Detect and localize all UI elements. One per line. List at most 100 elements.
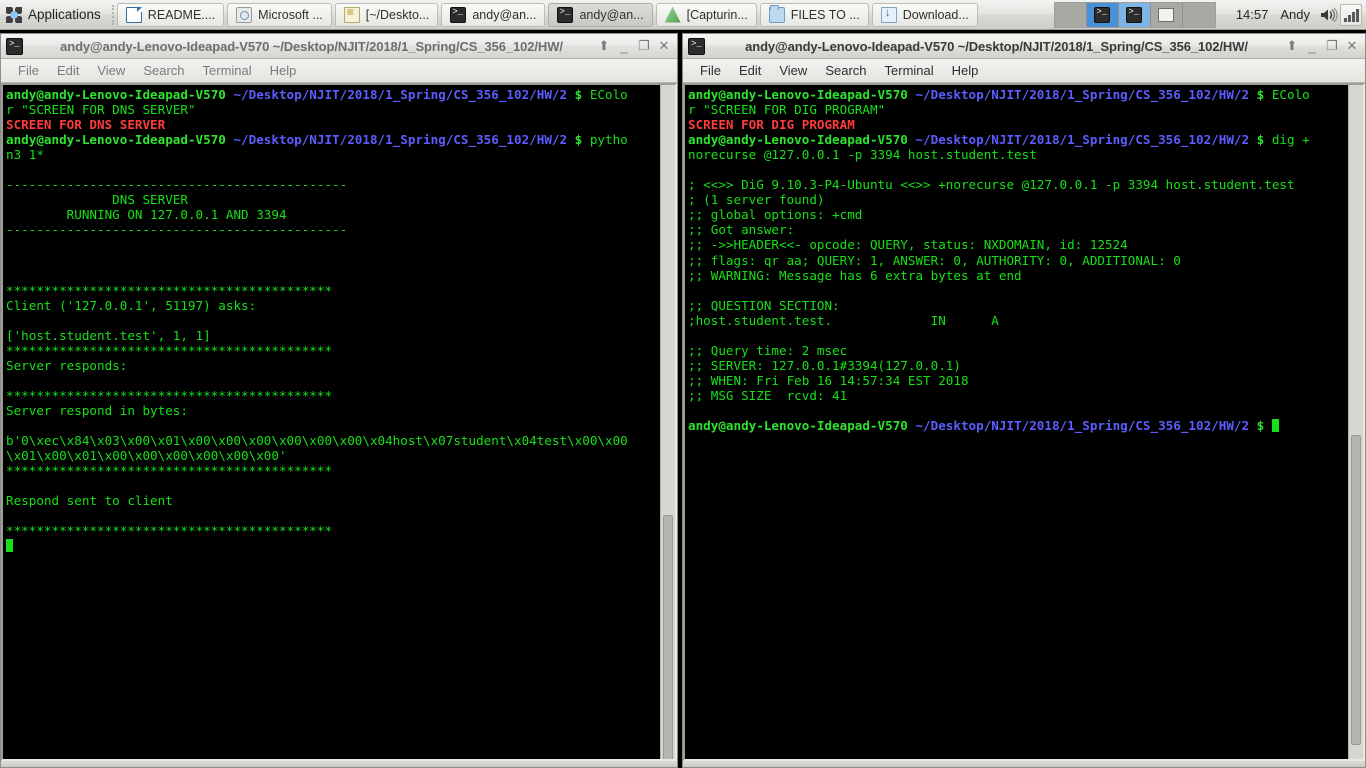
shade-button-left[interactable]: ⬆ [594, 36, 614, 56]
taskbar-window-button-5[interactable]: [Capturin... [655, 2, 757, 27]
terminal-output-left[interactable]: andy@andy-Lenovo-Ideapad-V570 ~/Desktop/… [3, 85, 660, 759]
titlebar-right[interactable]: andy@andy-Lenovo-Ideapad-V570 ~/Desktop/… [683, 34, 1365, 59]
workspace-cell-4[interactable] [1151, 2, 1183, 27]
terminal-text: ----------------------------------------… [6, 177, 348, 193]
resize-grip-left[interactable] [1, 761, 677, 767]
menu-item-search-right[interactable]: Search [816, 60, 875, 82]
taskbar-window-button-7[interactable]: Download... [871, 2, 978, 27]
terminal-text: ;; global options: +cmd [688, 207, 863, 223]
user-menu[interactable]: Andy [1274, 7, 1316, 22]
terminal-window-dns-server[interactable]: andy@andy-Lenovo-Ideapad-V570 ~/Desktop/… [0, 33, 678, 768]
menu-item-file-right[interactable]: File [691, 60, 730, 82]
terminal-line: r "SCREEN FOR DNS SERVER" [6, 102, 660, 117]
shade-button-right[interactable]: ⬆ [1282, 36, 1302, 56]
maximize-button-left[interactable]: ❐ [634, 36, 654, 56]
titlebar-left[interactable]: andy@andy-Lenovo-Ideapad-V570 ~/Desktop/… [1, 34, 677, 59]
terminal-text: ;; WHEN: Fri Feb 16 14:57:34 EST 2018 [688, 372, 969, 388]
terminal-line: \x01\x00\x01\x00\x00\x00\x00\x00\x00' [6, 448, 660, 463]
menu-item-terminal-left[interactable]: Terminal [194, 60, 261, 82]
terminal-text: andy@andy-Lenovo-Ideapad-V570 [688, 418, 916, 434]
menubar-left[interactable]: File Edit View Search Terminal Help [1, 59, 677, 83]
terminal-text: RUNNING ON 127.0.0.1 AND 3394 [6, 207, 287, 223]
taskbar-window-button-2[interactable]: [~/Deskto... [334, 2, 439, 27]
scrollbar-thumb-right[interactable] [1351, 435, 1361, 745]
terminal-line: Client ('127.0.0.1', 51197) asks: [6, 298, 660, 313]
terminal-line: SCREEN FOR DIG PROGRAM [688, 117, 1348, 132]
taskbar-window-button-1[interactable]: Microsoft ... [227, 2, 332, 27]
terminal-line: b'0\xec\x84\x03\x00\x01\x00\x00\x00\x00\… [6, 433, 660, 448]
terminal-text: ; (1 server found) [688, 192, 825, 208]
terminal-text: ----------------------------------------… [6, 222, 348, 238]
terminal-text: EColo [1271, 87, 1310, 102]
taskbar-window-button-6[interactable]: FILES TO ... [759, 2, 869, 27]
terminal-text: andy@andy-Lenovo-Ideapad-V570 [688, 87, 916, 102]
taskbar-window-button-0[interactable]: README.... [116, 2, 225, 27]
menu-item-help-left[interactable]: Help [261, 60, 306, 82]
menu-item-view-left[interactable]: View [88, 60, 134, 82]
terminal-text: ~/Desktop/NJIT/2018/1_Spring/CS_356_102/… [233, 87, 575, 102]
terminal-line: ;; Got answer: [688, 222, 1348, 237]
terminal-line: Server responds: [6, 358, 660, 373]
terminal-text: ;; WARNING: Message has 6 extra bytes at… [688, 267, 1022, 283]
terminal-window-dig[interactable]: andy@andy-Lenovo-Ideapad-V570 ~/Desktop/… [682, 33, 1366, 768]
menu-item-edit-right[interactable]: Edit [730, 60, 770, 82]
terminal-text: $ [1256, 87, 1272, 102]
terminal-text: andy@andy-Lenovo-Ideapad-V570 [6, 132, 234, 148]
menu-item-edit-left[interactable]: Edit [48, 60, 88, 82]
resize-grip-right[interactable] [683, 761, 1365, 767]
terminal-text: ~/Desktop/NJIT/2018/1_Spring/CS_356_102/… [915, 132, 1257, 148]
close-button-left[interactable]: ✕ [654, 36, 674, 56]
scrollbar-right[interactable] [1348, 85, 1363, 759]
terminal-text: andy@andy-Lenovo-Ideapad-V570 [688, 132, 916, 148]
workspace-cell-1[interactable] [1055, 2, 1087, 27]
microsoft-icon [236, 6, 253, 23]
workspace-cell-5[interactable] [1183, 3, 1215, 27]
terminal-line: ----------------------------------------… [6, 222, 660, 237]
terminal-output-right[interactable]: andy@andy-Lenovo-Ideapad-V570 ~/Desktop/… [685, 85, 1348, 759]
scrollbar-left[interactable] [660, 85, 675, 759]
terminal-line: ----------------------------------------… [6, 177, 660, 192]
terminal-body-right[interactable]: andy@andy-Lenovo-Ideapad-V570 ~/Desktop/… [683, 83, 1365, 761]
workspace-cell-2[interactable] [1086, 2, 1119, 27]
terminal-line: ;; WARNING: Message has 6 extra bytes at… [688, 268, 1348, 283]
scrollbar-thumb-left[interactable] [663, 515, 673, 759]
taskbar-window-label: [~/Deskto... [365, 7, 430, 22]
menu-item-view-right[interactable]: View [770, 60, 816, 82]
terminal-text: ;; QUESTION SECTION: [688, 297, 840, 313]
maximize-button-right[interactable]: ❐ [1322, 36, 1342, 56]
terminal-line: r "SCREEN FOR DIG PROGRAM" [688, 102, 1348, 117]
terminal-body-left[interactable]: andy@andy-Lenovo-Ideapad-V570 ~/Desktop/… [1, 83, 677, 761]
workspace-switcher[interactable] [1053, 1, 1216, 28]
menu-item-terminal-right[interactable]: Terminal [876, 60, 943, 82]
menu-item-search-left[interactable]: Search [134, 60, 193, 82]
taskbar-window-button-4[interactable]: andy@an... [548, 2, 653, 27]
window-thumbnail [1158, 7, 1175, 22]
download-icon [880, 5, 897, 23]
minimize-button-left[interactable]: _ [614, 36, 634, 56]
terminal-text: ****************************************… [6, 523, 333, 539]
applications-menu-button[interactable]: Applications [0, 0, 109, 30]
terminal-text: ~/Desktop/NJIT/2018/1_Spring/CS_356_102/… [233, 132, 575, 148]
close-button-right[interactable]: ✕ [1342, 36, 1362, 56]
speaker-icon[interactable] [1318, 5, 1338, 25]
clock[interactable]: 14:57 [1230, 7, 1275, 22]
signal-bars-icon[interactable] [1340, 3, 1362, 26]
menubar-right[interactable]: File Edit View Search Terminal Help [683, 59, 1365, 83]
workspace-cell-3[interactable] [1118, 2, 1151, 27]
taskbar: Applications README.... Microsoft ... [~/D… [0, 0, 1366, 30]
terminal-line: andy@andy-Lenovo-Ideapad-V570 ~/Desktop/… [6, 132, 660, 147]
minimize-button-right[interactable]: _ [1302, 36, 1322, 56]
terminal-line: norecurse @127.0.0.1 -p 3394 host.studen… [688, 147, 1348, 162]
document-icon [125, 6, 142, 23]
menu-item-file-left[interactable]: File [9, 60, 48, 82]
terminal-text: norecurse @127.0.0.1 -p 3394 host.studen… [688, 147, 1037, 163]
terminal-line: ['host.student.test', 1, 1] [6, 328, 660, 343]
taskbar-window-button-3[interactable]: andy@an... [441, 2, 546, 27]
window-task-list: README.... Microsoft ... [~/Deskto... andy@… [116, 2, 981, 27]
menu-item-help-right[interactable]: Help [943, 60, 988, 82]
